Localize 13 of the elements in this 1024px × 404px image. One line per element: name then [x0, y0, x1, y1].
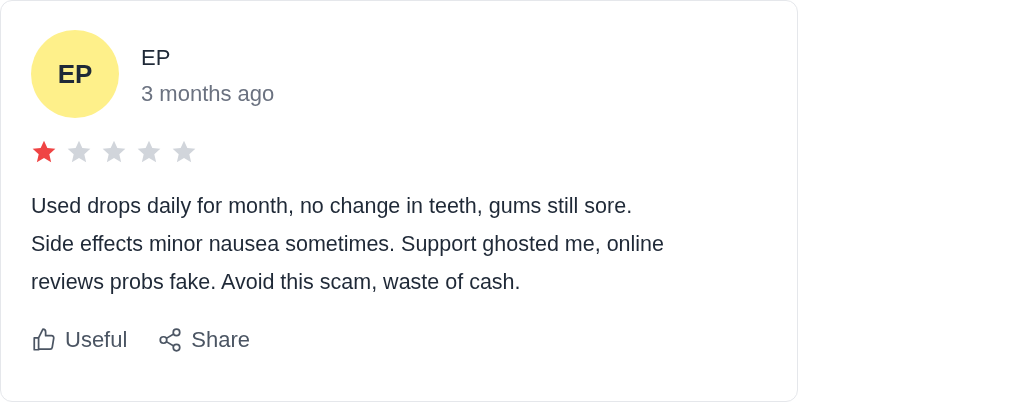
- star-icon: [101, 139, 127, 165]
- review-text: Used drops daily for month, no change in teeth, gums still sore. Side effects minor nausea sometimes. Support ghosted me, online reviews probs fake. Avoid this scam, waste of cash.: [31, 193, 665, 296]
- star-icon: [31, 139, 57, 165]
- star-icon: [171, 139, 197, 165]
- star-icon: [136, 139, 162, 165]
- useful-button[interactable]: Useful: [31, 327, 128, 353]
- avatar: EP: [31, 30, 119, 118]
- star-icon: [66, 139, 92, 165]
- thumbs-up-icon: [31, 327, 57, 353]
- author-name: EP: [141, 45, 172, 71]
- review-time: 3 months ago: [141, 81, 275, 107]
- share-icon: [157, 327, 184, 353]
- share-button[interactable]: Share: [157, 327, 251, 353]
